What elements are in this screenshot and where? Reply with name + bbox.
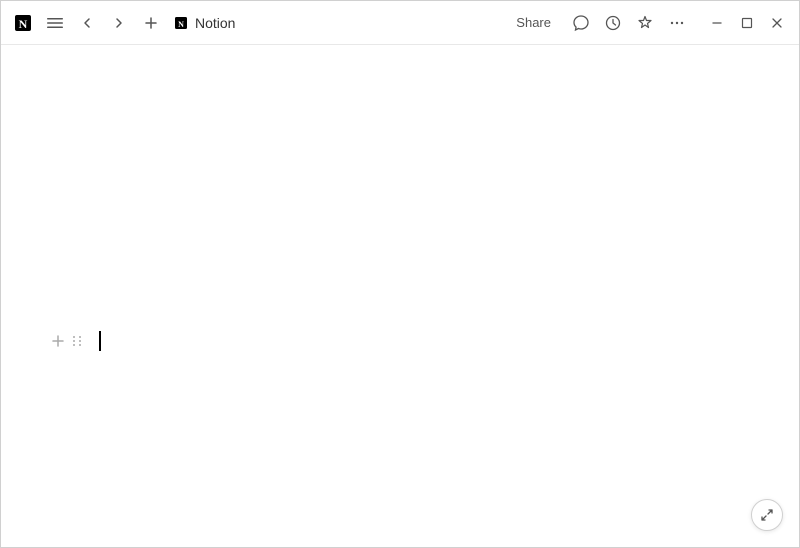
more-icon xyxy=(668,14,686,32)
add-block-button[interactable] xyxy=(49,332,67,350)
block-controls xyxy=(49,332,87,350)
add-page-button[interactable] xyxy=(137,9,165,37)
more-options-button[interactable] xyxy=(663,9,691,37)
titlebar-left: N xyxy=(9,9,504,37)
add-block-icon xyxy=(50,333,66,349)
drag-dot xyxy=(79,336,81,338)
quick-action-button[interactable] xyxy=(751,499,783,531)
share-button[interactable]: Share xyxy=(504,11,563,34)
window: N xyxy=(0,0,800,548)
maximize-icon xyxy=(741,17,753,29)
svg-text:N: N xyxy=(178,20,184,29)
main-content[interactable] xyxy=(1,45,799,547)
hamburger-icon xyxy=(47,15,63,31)
forward-icon xyxy=(111,15,127,31)
drag-dot xyxy=(73,336,75,338)
minimize-icon xyxy=(711,17,723,29)
drag-dot xyxy=(79,340,81,342)
comments-button[interactable] xyxy=(567,9,595,37)
content-area xyxy=(1,45,799,547)
back-button[interactable] xyxy=(73,9,101,37)
drag-dot xyxy=(73,340,75,342)
drag-dot xyxy=(73,344,75,346)
star-icon xyxy=(636,14,654,32)
minimize-button[interactable] xyxy=(703,9,731,37)
window-controls xyxy=(703,9,791,37)
titlebar-right: Share xyxy=(504,9,791,37)
block-row xyxy=(97,325,703,357)
drag-handle[interactable] xyxy=(69,332,87,350)
history-button[interactable] xyxy=(599,9,627,37)
close-button[interactable] xyxy=(763,9,791,37)
text-cursor xyxy=(99,331,101,351)
maximize-button[interactable] xyxy=(733,9,761,37)
page-title: Notion xyxy=(195,15,235,31)
drag-dots xyxy=(73,336,83,346)
comment-icon xyxy=(572,14,590,32)
notion-logo-icon: N xyxy=(13,13,33,33)
drag-dot xyxy=(79,344,81,346)
page-title-area: N Notion xyxy=(173,15,235,31)
history-icon xyxy=(604,14,622,32)
close-icon xyxy=(771,17,783,29)
svg-text:N: N xyxy=(19,17,28,31)
page-icon: N xyxy=(173,15,189,31)
editor-area[interactable] xyxy=(1,45,799,545)
notion-logo-button[interactable]: N xyxy=(9,9,37,37)
expand-icon xyxy=(759,507,775,523)
favorite-button[interactable] xyxy=(631,9,659,37)
titlebar: N xyxy=(1,1,799,45)
forward-button[interactable] xyxy=(105,9,133,37)
plus-icon xyxy=(143,15,159,31)
back-icon xyxy=(79,15,95,31)
sidebar-toggle-button[interactable] xyxy=(41,9,69,37)
